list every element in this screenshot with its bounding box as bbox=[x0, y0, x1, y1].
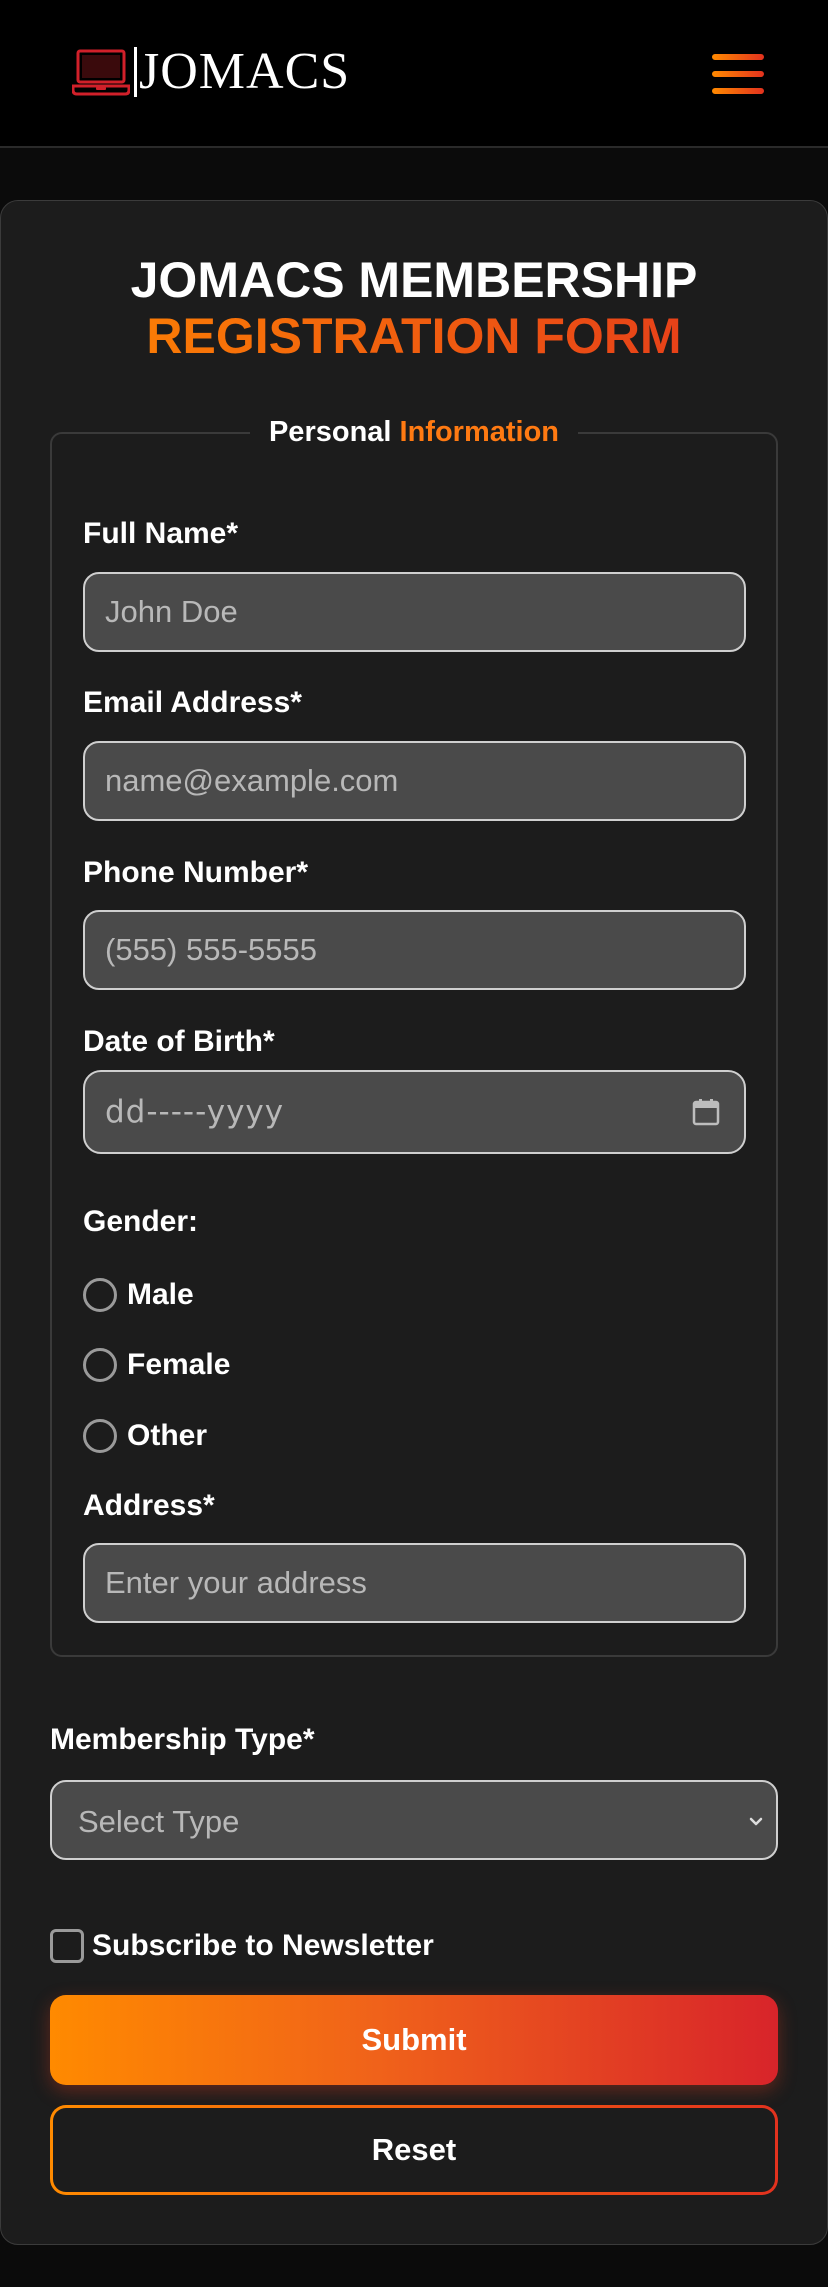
gender-option-other[interactable]: Other bbox=[83, 1416, 207, 1456]
gender-label: Gender: bbox=[83, 1205, 199, 1238]
email-label: Email Address* bbox=[83, 686, 302, 719]
section-title: Personal Information bbox=[250, 412, 578, 452]
form-title-line2: REGISTRATION FORM bbox=[0, 308, 828, 364]
section-title-part2: Information bbox=[399, 416, 560, 448]
laptop-icon bbox=[72, 49, 130, 96]
section-title-part1: Personal bbox=[268, 416, 392, 448]
dob-input[interactable]: dd-----yyyy bbox=[83, 1070, 746, 1154]
form-title-line1: JOMACS MEMBERSHIP bbox=[130, 252, 698, 308]
reset-button[interactable]: Reset bbox=[50, 2105, 778, 2195]
radio-button[interactable] bbox=[83, 1419, 117, 1453]
full-name-input[interactable] bbox=[83, 572, 746, 652]
radio-button[interactable] bbox=[83, 1348, 117, 1382]
newsletter-checkbox[interactable] bbox=[50, 1929, 84, 1963]
logo-separator bbox=[134, 47, 137, 97]
gender-option-label: Other bbox=[127, 1419, 208, 1452]
radio-button[interactable] bbox=[83, 1278, 117, 1312]
email-input[interactable] bbox=[83, 741, 746, 821]
gender-option-label: Male bbox=[127, 1278, 194, 1311]
dob-label: Date of Birth* bbox=[83, 1025, 275, 1058]
hamburger-menu-icon[interactable] bbox=[712, 52, 766, 96]
phone-label: Phone Number* bbox=[83, 856, 309, 889]
membership-type-value: Select Type bbox=[78, 1804, 240, 1839]
logo[interactable]: JOMACS bbox=[72, 44, 350, 100]
address-label: Address* bbox=[83, 1489, 215, 1522]
gender-option-male[interactable]: Male bbox=[83, 1275, 194, 1315]
navbar: JOMACS bbox=[0, 0, 828, 148]
gender-option-label: Female bbox=[127, 1348, 231, 1381]
chevron-down-icon bbox=[749, 1817, 763, 1826]
membership-type-label: Membership Type* bbox=[50, 1723, 315, 1756]
newsletter-option[interactable]: Subscribe to Newsletter bbox=[50, 1926, 434, 1966]
phone-input[interactable] bbox=[83, 910, 746, 990]
form-title: JOMACS MEMBERSHIP REGISTRATION FORM bbox=[0, 252, 828, 364]
newsletter-label: Subscribe to Newsletter bbox=[92, 1929, 434, 1962]
membership-type-select[interactable]: Select Type bbox=[50, 1780, 778, 1860]
dob-placeholder: dd-----yyyy bbox=[105, 1094, 285, 1130]
full-name-label: Full Name* bbox=[83, 517, 239, 550]
gender-option-female[interactable]: Female bbox=[83, 1345, 230, 1385]
brand-name: JOMACS bbox=[139, 43, 351, 100]
submit-button[interactable]: Submit bbox=[50, 1995, 778, 2085]
calendar-icon[interactable] bbox=[692, 1098, 720, 1126]
address-input[interactable] bbox=[83, 1543, 746, 1623]
